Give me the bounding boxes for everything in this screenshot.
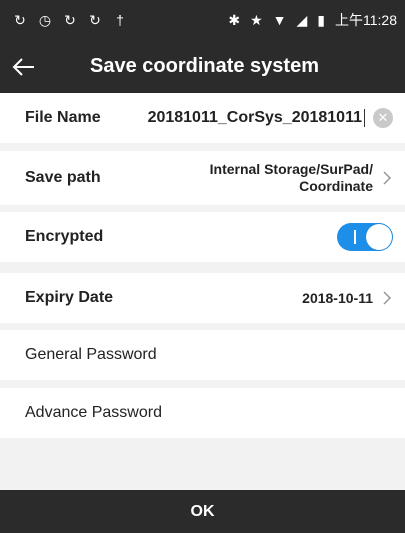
encrypted-row: Encrypted (0, 212, 405, 262)
encrypted-toggle[interactable] (337, 223, 393, 251)
star-icon: ★ (250, 11, 263, 28)
ok-button[interactable]: OK (0, 490, 405, 533)
save-path-value: Internal Storage/SurPad/ Coordinate (210, 161, 373, 195)
bluetooth-icon: ✱ (228, 11, 241, 28)
clear-icon[interactable]: ✕ (373, 108, 393, 128)
usb-icon: † (116, 12, 124, 28)
save-path-row[interactable]: Save path Internal Storage/SurPad/ Coord… (0, 151, 405, 205)
file-name-value: 20181011_CorSys_20181011 (147, 109, 362, 127)
file-name-label: File Name (25, 109, 101, 126)
expiry-date-row[interactable]: Expiry Date 2018-10-11 (0, 273, 405, 323)
general-password-row[interactable]: General Password (0, 330, 405, 380)
file-name-input[interactable]: 20181011_CorSys_20181011 (147, 108, 365, 127)
clock-icon: ◷ (38, 11, 52, 28)
status-bar: ↻ ◷ ↻ ↻ † ✱ ★ ▼ ◢ ▮ 上午11:28 (0, 0, 405, 40)
toggle-on-mark (354, 230, 356, 244)
expiry-date-label: Expiry Date (25, 289, 114, 306)
wifi-icon: ▼ (272, 12, 287, 28)
text-cursor (364, 108, 365, 127)
save-path-value-line1: Internal Storage/SurPad/ (209, 161, 373, 177)
save-path-label: Save path (25, 169, 101, 186)
page-title: Save coordinate system (90, 55, 319, 77)
status-time: 上午11:28 (335, 12, 397, 28)
back-arrow-icon (12, 57, 34, 76)
battery-icon: ▮ (317, 11, 325, 28)
sync-icon: ↻ (14, 11, 26, 28)
toggle-knob (366, 224, 392, 250)
chevron-right-icon (383, 291, 392, 305)
signal-icon: ◢ (296, 11, 308, 28)
general-password-field[interactable]: General Password (25, 346, 157, 364)
status-system-icons: ✱ ★ ▼ ◢ ▮ 上午11:28 (228, 10, 397, 30)
chevron-right-icon (383, 171, 392, 185)
advance-password-field[interactable]: Advance Password (25, 404, 162, 422)
encrypted-label: Encrypted (25, 228, 104, 245)
back-button[interactable] (0, 40, 48, 93)
status-notification-icons: ↻ ◷ ↻ ↻ † (12, 12, 128, 29)
sync-icon: ↻ (64, 11, 76, 28)
advance-password-row[interactable]: Advance Password (0, 388, 405, 438)
sync-icon: ↻ (89, 11, 101, 28)
save-path-value-line2: Coordinate (299, 178, 373, 194)
file-name-row[interactable]: File Name 20181011_CorSys_20181011 ✕ (0, 93, 405, 143)
app-bar: Save coordinate system (0, 40, 405, 93)
expiry-date-value: 2018-10-11 (302, 290, 373, 306)
